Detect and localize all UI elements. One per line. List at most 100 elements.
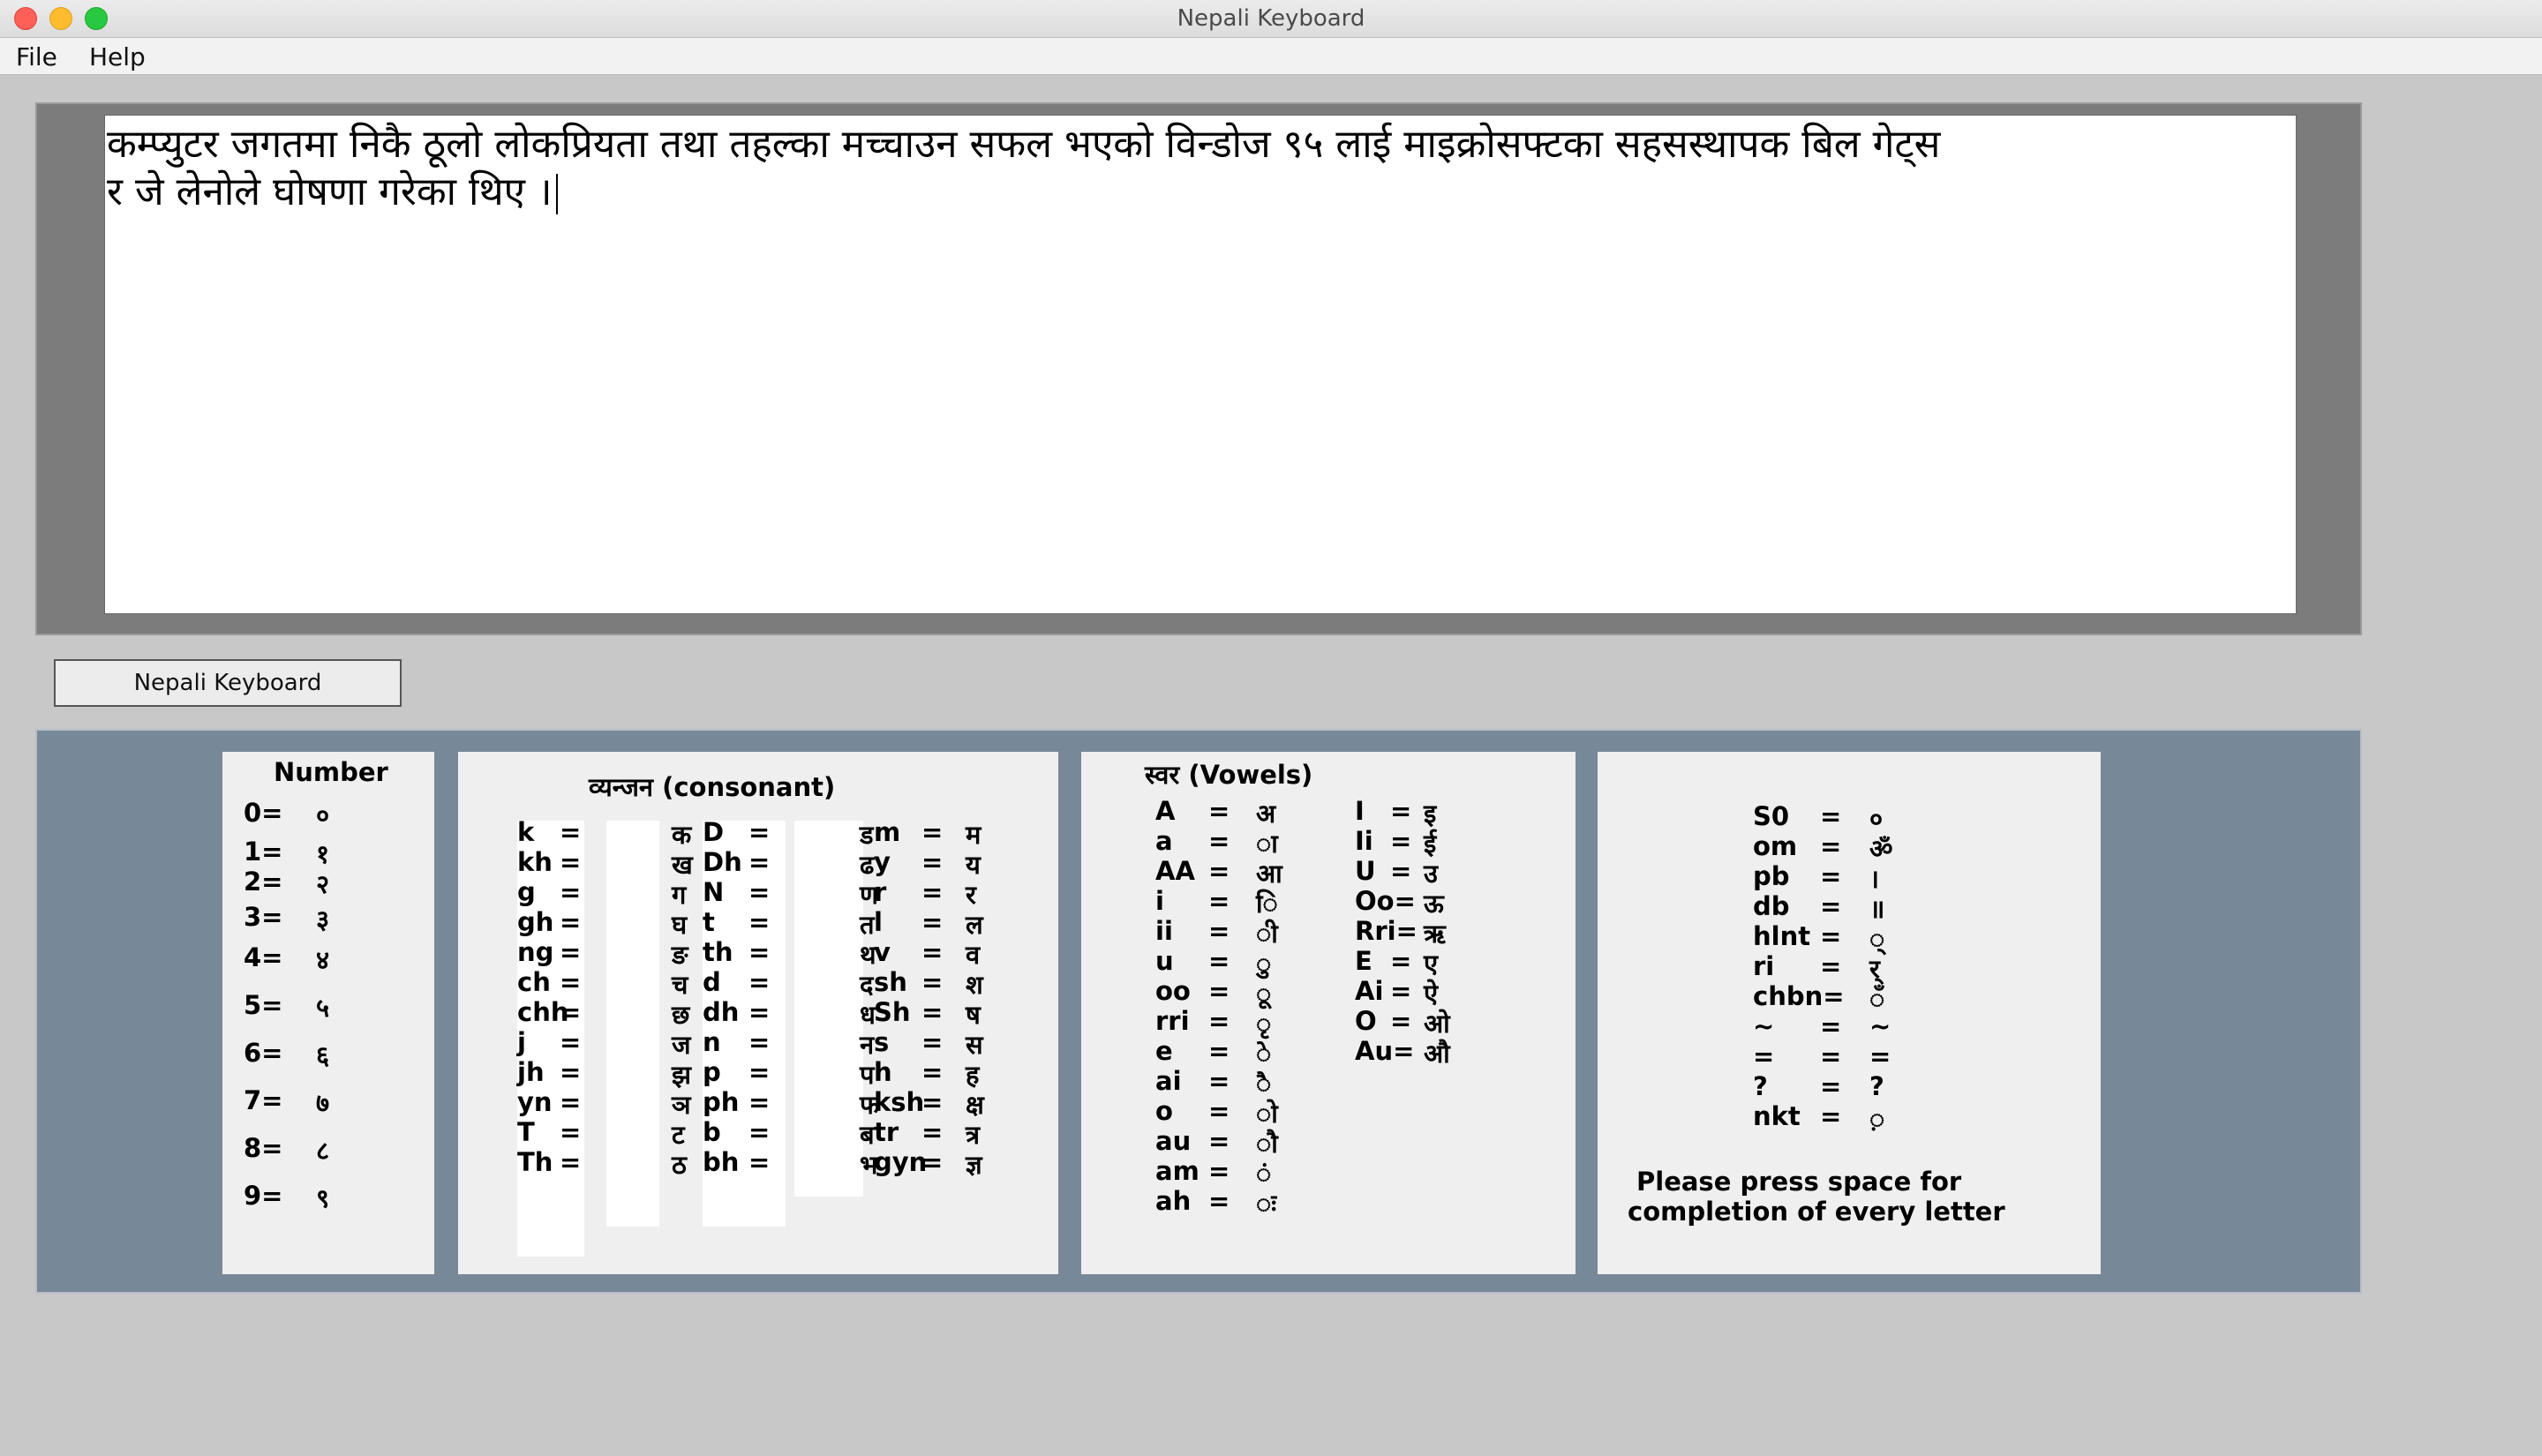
- consonant-key: D: [703, 817, 725, 847]
- symbol-key: S0: [1753, 801, 1790, 831]
- consonant-key: n: [703, 1027, 721, 1057]
- consonant-equals: =: [560, 1117, 582, 1147]
- consonant-key: ph: [703, 1087, 740, 1117]
- vowel-equals: =: [1208, 1186, 1230, 1216]
- vowel-key: u: [1155, 946, 1174, 976]
- vowel-equals: =: [1208, 1156, 1230, 1186]
- vowel-key: Oo=: [1355, 886, 1416, 916]
- consonant-key: d: [703, 967, 721, 997]
- vowel-equals: =: [1390, 826, 1412, 856]
- completion-note-line-1: Please press space for: [1636, 1167, 1962, 1197]
- consonant-equals: =: [748, 967, 771, 997]
- vowel-key: I: [1355, 796, 1365, 826]
- number-key: 6=: [244, 1038, 283, 1068]
- symbol-key: hlnt: [1753, 921, 1811, 951]
- consonant-strip: [606, 821, 659, 1227]
- vowel-equals: =: [1208, 1006, 1230, 1036]
- symbol-equals: =: [1820, 1041, 1842, 1071]
- consonant-equals: =: [560, 847, 582, 877]
- consonant-key: h: [874, 1057, 892, 1087]
- consonant-key: jh: [517, 1057, 545, 1087]
- text-line-2: र जे लेनोले घोषणा गरेका थिए ।: [107, 169, 2294, 216]
- consonant-heading: व्यन्जन (consonant): [589, 772, 836, 802]
- vowel-equals: =: [1208, 1096, 1230, 1126]
- symbol-equals: =: [1820, 861, 1842, 891]
- number-glyph: ४: [316, 945, 330, 975]
- consonant-key: yn: [517, 1087, 553, 1117]
- consonant-card: व्यन्जन (consonant) k = क kh = ख g = ग gh = घ ng = ङ ch…: [458, 752, 1058, 1274]
- text-line-1: कम्प्युटर जगतमा निकै ठूलो लोकप्रियता तथा…: [107, 122, 1941, 167]
- symbol-key: om: [1753, 831, 1798, 861]
- symbol-key: pb: [1753, 861, 1790, 891]
- consonant-key: N: [703, 877, 725, 907]
- symbol-glyph: ़: [1869, 1104, 1885, 1134]
- number-key: 7=: [244, 1085, 283, 1115]
- consonant-equals: =: [921, 817, 944, 847]
- consonant-key: th: [703, 937, 733, 967]
- consonant-key: sh: [874, 967, 907, 997]
- number-key: 8=: [244, 1133, 283, 1163]
- consonant-key: y: [874, 847, 891, 877]
- keyboard-reference-panel: Number 0= ० 1= १ 2= २ 3= ३ 4= ४ 5= ५ 6= ६ 7= ७ 8= ८ 9= ९ व्…: [35, 729, 2362, 1294]
- nepali-keyboard-button[interactable]: Nepali Keyboard: [54, 659, 402, 707]
- vowel-equals: =: [1208, 976, 1230, 1006]
- symbol-key: chbn=: [1753, 981, 1845, 1011]
- symbol-glyph: ~: [1869, 1011, 1891, 1041]
- symbol-key: ~: [1753, 1011, 1775, 1041]
- vowel-key: oo: [1155, 976, 1191, 1006]
- consonant-key: tr: [874, 1117, 899, 1147]
- consonant-equals: =: [748, 907, 771, 937]
- number-glyph: २: [316, 869, 330, 899]
- number-key: 4=: [244, 942, 283, 972]
- vowel-key: ai: [1155, 1066, 1182, 1096]
- consonant-equals: =: [560, 1087, 582, 1117]
- symbols-card: S0 = ० om = ॐ pb = । db = ॥ hlnt =् ri = र् chbn=ँ ~ = ~ = = =?…: [1598, 752, 2101, 1274]
- vowel-key: e: [1155, 1036, 1173, 1066]
- menu-file[interactable]: File: [16, 42, 57, 71]
- number-card: Number 0= ० 1= १ 2= २ 3= ३ 4= ४ 5= ५ 6= ६ 7= ७ 8= ८ 9= ९: [222, 752, 434, 1274]
- number-key: 3=: [244, 902, 283, 932]
- consonant-equals: =: [560, 967, 582, 997]
- consonant-key: t: [703, 907, 715, 937]
- consonant-key: r: [874, 877, 887, 907]
- consonant-equals: =: [748, 1057, 771, 1087]
- vowels-heading: स्वर (Vowels): [1145, 760, 1313, 790]
- number-key: 0=: [244, 798, 283, 828]
- consonant-key: b: [703, 1117, 721, 1147]
- vowel-key: o: [1155, 1096, 1173, 1126]
- nepali-text-area[interactable]: कम्प्युटर जगतमा निकै ठूलो लोकप्रियता तथा…: [104, 115, 2297, 614]
- consonant-equals: =: [560, 1057, 582, 1087]
- symbol-glyph: =: [1869, 1041, 1891, 1071]
- consonant-equals: =: [921, 847, 944, 877]
- consonant-equals: =: [748, 877, 771, 907]
- consonant-key: gyn: [874, 1147, 928, 1177]
- consonant-equals: =: [921, 967, 944, 997]
- consonant-key: g: [517, 877, 536, 907]
- consonant-key: ng: [517, 937, 554, 967]
- menu-help[interactable]: Help: [89, 42, 146, 71]
- vowel-key: i: [1155, 886, 1164, 916]
- vowel-equals: =: [1390, 976, 1412, 1006]
- consonant-glyph: ठ: [672, 1150, 687, 1180]
- number-glyph: ६: [316, 1040, 330, 1070]
- symbol-equals: =: [1820, 921, 1842, 951]
- vowel-key: A: [1155, 796, 1176, 826]
- consonant-key: j: [517, 1027, 526, 1057]
- number-glyph: ०: [316, 800, 330, 830]
- vowel-key: au: [1155, 1126, 1192, 1156]
- vowel-key: Au=: [1355, 1036, 1415, 1066]
- consonant-equals: =: [921, 997, 944, 1027]
- number-glyph: ३: [316, 904, 330, 934]
- vowel-key: U: [1355, 856, 1376, 886]
- vowel-equals: =: [1208, 1066, 1230, 1096]
- consonant-key: v: [874, 937, 891, 967]
- consonant-equals: =: [560, 907, 582, 937]
- consonant-key: ksh: [874, 1087, 925, 1117]
- symbol-equals: =: [1820, 891, 1842, 921]
- symbol-equals: =: [1820, 1071, 1842, 1101]
- consonant-equals: =: [748, 847, 771, 877]
- symbol-equals: =: [1820, 801, 1842, 831]
- vowel-equals: =: [1208, 946, 1230, 976]
- consonant-glyph: ज्ञ: [966, 1150, 982, 1180]
- consonant-equals: =: [921, 1057, 944, 1087]
